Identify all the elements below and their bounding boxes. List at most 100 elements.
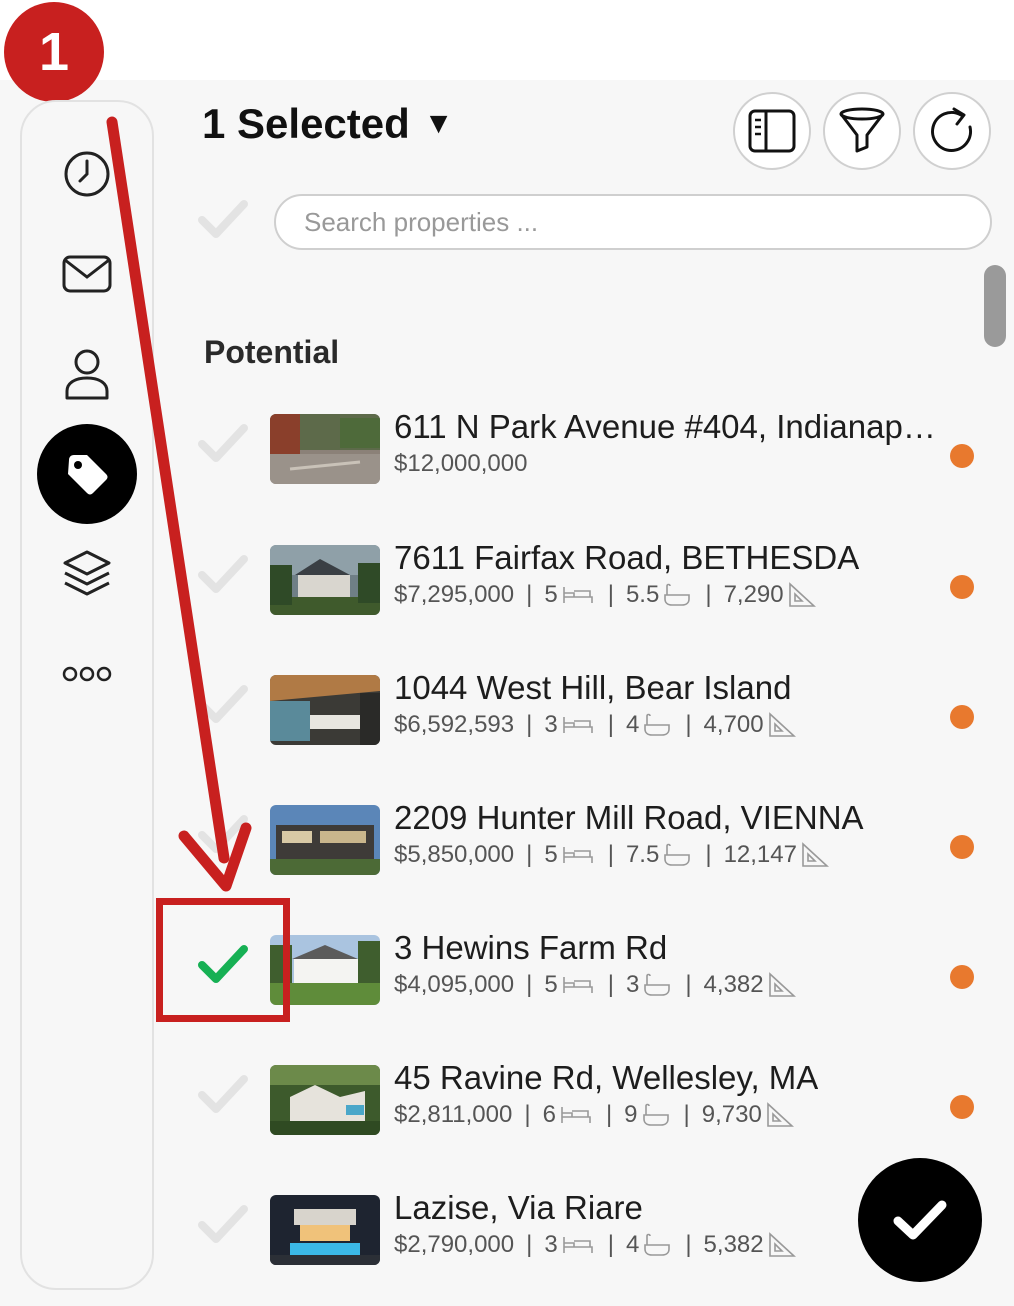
listing-row[interactable]: 45 Ravine Rd, Wellesley, MA $2,811,000 |… [160,1059,980,1165]
listing-checkbox[interactable] [196,811,250,862]
bed-icon [560,1105,592,1125]
bath-icon [663,843,691,867]
check-icon [198,1205,248,1243]
listing-beds: 3 [544,1231,558,1258]
listing-checkbox[interactable] [196,420,250,471]
status-dot [950,444,974,468]
bed-icon [562,1235,594,1255]
person-icon [65,349,109,400]
status-dot [950,575,974,599]
listing-photo [270,414,380,484]
listing-price: $2,790,000 [394,1231,515,1258]
history-nav-button[interactable] [37,124,137,224]
status-dot [950,705,974,729]
listing-photo [270,1065,380,1135]
section-heading: Potential [204,334,340,370]
listing-checkbox[interactable] [196,681,250,732]
tag-icon [68,455,108,495]
listing-meta: $12,000,000 [394,450,527,478]
listing-beds: 6 [542,1101,556,1128]
listing-title: 3 Hewins Farm Rd [394,929,668,966]
confirm-selection-button[interactable] [858,1158,982,1282]
listing-price: $6,592,593 [394,711,515,738]
listing-photo [270,675,380,745]
more-nav-button[interactable] [37,624,137,724]
check-icon [893,1200,947,1240]
listing-meta: $2,811,000 | 6 | 9 | 9,730 [394,1101,796,1129]
listing-sqft: 4,700 [703,711,764,738]
selection-count-label: 1 Selected [202,100,410,147]
listing-meta: $2,790,000 | 3 | 4 | 5,382 [394,1231,798,1259]
listing-row[interactable]: Lazise, Via Riare $2,790,000 | 3 | 4 | 5… [160,1189,980,1295]
check-icon [198,1075,248,1113]
listing-row[interactable]: 2209 Hunter Mill Road, VIENNA $5,850,000… [160,799,980,905]
listing-checkbox[interactable] [196,1071,250,1122]
listing-price: $7,295,000 [394,581,515,608]
mail-icon [62,255,112,293]
area-icon [801,842,829,868]
filter-button[interactable] [823,92,901,170]
refresh-button[interactable] [913,92,991,170]
clock-icon [64,151,110,197]
listing-sqft: 4,382 [703,971,764,998]
layers-nav-button[interactable] [37,524,137,624]
listing-title: Lazise, Via Riare [394,1189,643,1226]
mail-nav-button[interactable] [37,224,137,324]
check-icon [198,424,248,462]
listing-sqft: 12,147 [723,841,797,868]
filter-icon [839,107,885,153]
listing-checkbox[interactable] [196,1201,250,1252]
bath-icon [642,1103,670,1127]
select-all-checkbox[interactable] [196,196,250,247]
listing-title: 1044 West Hill, Bear Island [394,669,792,706]
listing-row[interactable]: 7611 Fairfax Road, BETHESDA $7,295,000 |… [160,539,980,645]
area-icon [768,1232,796,1258]
listing-baths: 4 [625,1231,640,1258]
panel-icon [748,109,796,153]
listing-title: 2209 Hunter Mill Road, VIENNA [394,799,864,836]
area-icon [768,712,796,738]
listing-sqft: 9,730 [701,1101,762,1128]
listing-sqft: 7,290 [723,581,784,608]
listing-row[interactable]: 611 N Park Avenue #404, Indianapolis $12… [160,408,980,514]
toggle-panel-button[interactable] [733,92,811,170]
listing-title: 7611 Fairfax Road, BETHESDA [394,539,860,576]
bed-icon [562,715,594,735]
listing-checkbox[interactable] [196,551,250,602]
bath-icon [663,583,691,607]
status-dot [950,965,974,989]
contacts-nav-button[interactable] [37,324,137,424]
listing-baths: 9 [624,1101,638,1128]
check-icon [198,685,248,723]
status-dot [950,835,974,859]
search-input[interactable]: Search properties ... [274,194,992,250]
scrollbar-thumb[interactable] [984,265,1006,347]
step-number-badge: 1 [4,2,104,102]
area-icon [788,582,816,608]
listing-meta: $4,095,000 | 5 | 3 | 4,382 [394,971,798,999]
listing-beds: 5 [544,971,558,998]
listing-baths: 4 [625,711,640,738]
listing-photo [270,545,380,615]
listing-beds: 5 [544,581,558,608]
area-icon [766,1102,794,1128]
listing-price: $2,811,000 [394,1101,513,1128]
listing-baths: 5.5 [625,581,660,608]
selection-dropdown[interactable]: 1 Selected ▼ [202,100,454,148]
check-icon [198,200,248,238]
listing-sqft: 5,382 [703,1231,764,1258]
bath-icon [643,973,671,997]
listing-title: 611 N Park Avenue #404, Indianapolis [394,408,938,445]
listing-price: $12,000,000 [394,450,528,477]
properties-nav-button[interactable] [37,424,137,524]
listing-price: $4,095,000 [394,971,515,998]
listing-beds: 5 [544,841,558,868]
area-icon [768,972,796,998]
listing-row[interactable]: 1044 West Hill, Bear Island $6,592,593 |… [160,669,980,775]
listing-beds: 3 [544,711,558,738]
bed-icon [562,975,594,995]
bed-icon [562,585,594,605]
listing-meta: $7,295,000 | 5 | 5.5 | 7,290 [394,581,818,609]
listing-meta: $5,850,000 | 5 | 7.5 | 12,147 [394,841,831,869]
listing-baths: 7.5 [625,841,660,868]
